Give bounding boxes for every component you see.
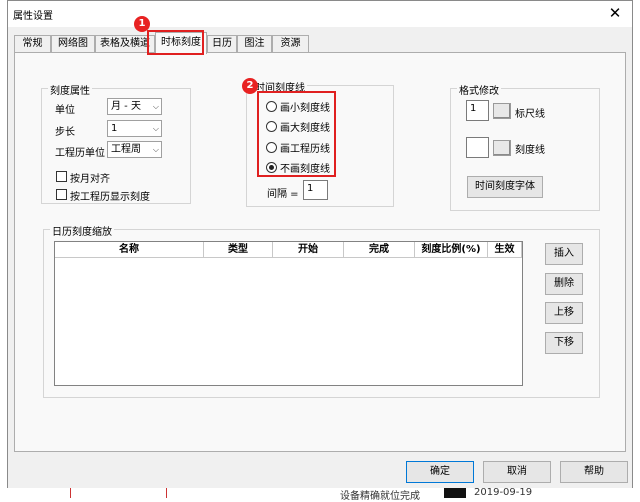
radio-calendar-lines-label: 画工程历线 (280, 144, 330, 155)
background-date: 2019-09-19 (474, 487, 533, 498)
radio-small-scale[interactable] (266, 101, 277, 112)
move-up-button[interactable]: 上移 (545, 302, 583, 324)
timescale-font-button[interactable]: 时间刻度字体 (467, 176, 543, 198)
ruler-label: 标尺线 (515, 109, 545, 120)
calendar-unit-value: 工程周 (111, 144, 141, 155)
insert-button[interactable]: 插入 (545, 243, 583, 265)
calendar-unit-select[interactable]: 工程周 ⌵ (107, 141, 162, 158)
radio-small-scale-label: 画小刻度线 (280, 103, 330, 114)
annotation-badge-1: 1 (134, 16, 150, 32)
move-down-button[interactable]: 下移 (545, 332, 583, 354)
background-line (166, 488, 167, 498)
radio-large-scale-label: 画大刻度线 (280, 123, 330, 134)
interval-label: 间隔 = (267, 189, 299, 200)
radio-selected-dot (269, 165, 274, 170)
format-title: 格式修改 (457, 82, 501, 97)
chevron-down-icon: ⌵ (152, 102, 159, 111)
column-header[interactable]: 开始 (273, 242, 344, 258)
tab-calendar[interactable]: 日历 (207, 35, 237, 53)
unit-label: 单位 (55, 105, 75, 116)
scale-line-color-button[interactable] (493, 140, 511, 156)
help-button[interactable]: 帮助 (560, 461, 628, 483)
chevron-down-icon: ⌵ (152, 124, 159, 133)
unit-select[interactable]: 月 - 天 ⌵ (107, 98, 162, 115)
column-header[interactable]: 完成 (344, 242, 415, 258)
cancel-button[interactable]: 取消 (483, 461, 551, 483)
background-line (70, 488, 71, 498)
radio-large-scale[interactable] (266, 121, 277, 132)
properties-dialog: 属性设置 ✕ 常规 网络图 表格及横道 时标刻度 日历 图注 资源 1 刻度属性… (7, 0, 633, 488)
timescale-panel: 刻度属性 单位 月 - 天 ⌵ 步长 1 ⌵ 工程历单位 工程周 ⌵ 按月对齐 … (14, 52, 626, 452)
step-label: 步长 (55, 127, 75, 138)
scale-line-width-input[interactable] (466, 137, 489, 158)
ruler-color-button[interactable] (493, 103, 511, 119)
calendar-zoom-title: 日历刻度缩放 (50, 223, 114, 238)
radio-calendar-lines[interactable] (266, 142, 277, 153)
scale-props-title: 刻度属性 (48, 82, 92, 97)
column-header[interactable]: 刻度比例(%) (415, 242, 488, 258)
chevron-down-icon: ⌵ (152, 145, 159, 154)
align-month-label: 按月对齐 (70, 174, 110, 185)
step-value: 1 (111, 123, 118, 134)
calendar-unit-label: 工程历单位 (55, 148, 105, 159)
interval-input[interactable]: 1 (303, 180, 328, 200)
column-header[interactable]: 生效 (488, 242, 522, 258)
align-month-checkbox[interactable] (56, 171, 67, 182)
dialog-title: 属性设置 (13, 11, 53, 22)
scale-line-label: 刻度线 (515, 145, 545, 156)
tab-legend[interactable]: 图注 (237, 35, 272, 53)
step-select[interactable]: 1 ⌵ (107, 120, 162, 137)
tab-table-bars[interactable]: 表格及横道 (95, 35, 155, 53)
background-bar (444, 488, 466, 498)
annotation-badge-2: 2 (242, 78, 258, 94)
column-header[interactable]: 类型 (204, 242, 273, 258)
background-task-text: 设备精确就位完成 (340, 491, 420, 502)
unit-value: 月 - 天 (111, 101, 141, 112)
column-header[interactable]: 名称 (55, 242, 204, 258)
delete-button[interactable]: 删除 (545, 273, 583, 295)
tab-resource[interactable]: 资源 (272, 35, 309, 53)
dialog-titlebar[interactable]: 属性设置 ✕ (8, 1, 632, 27)
show-by-calendar-checkbox[interactable] (56, 189, 67, 200)
radio-no-scale[interactable] (266, 162, 277, 173)
show-by-calendar-label: 按工程历显示刻度 (70, 192, 150, 203)
table-header: 名称 类型 开始 完成 刻度比例(%) 生效 (55, 242, 522, 258)
ruler-width-input[interactable]: 1 (466, 100, 489, 121)
tab-network[interactable]: 网络图 (51, 35, 95, 53)
calendar-zoom-table[interactable]: 名称 类型 开始 完成 刻度比例(%) 生效 (54, 241, 523, 386)
close-icon[interactable]: ✕ (604, 3, 626, 23)
tab-timescale[interactable]: 时标刻度 (155, 32, 207, 54)
ok-button[interactable]: 确定 (406, 461, 474, 483)
scale-lines-title: 时间刻度线 (253, 79, 307, 94)
dialog-footer: 确定 取消 帮助 (8, 455, 632, 488)
radio-no-scale-label: 不画刻度线 (280, 164, 330, 175)
tab-general[interactable]: 常规 (14, 35, 51, 53)
